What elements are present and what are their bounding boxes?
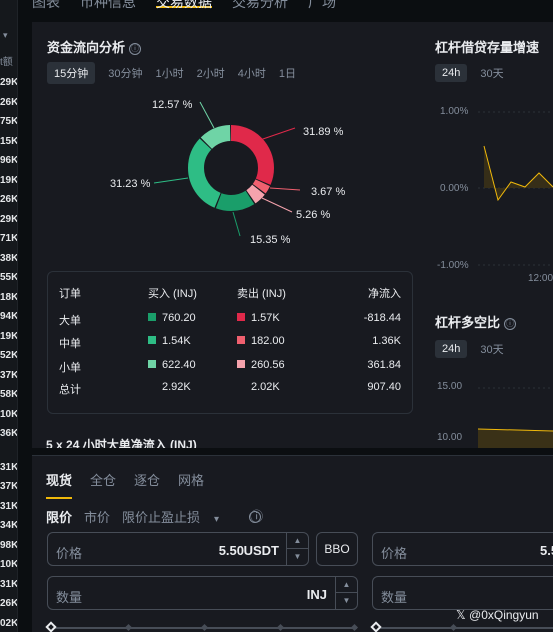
growth-line	[483, 145, 553, 202]
price-field[interactable]: 价格 5.50 USDT ▲ ▼	[47, 532, 309, 566]
ls-interval-24h[interactable]: 24h	[435, 340, 468, 358]
amount-step-down-icon[interactable]: ▼	[336, 593, 357, 609]
order-type-stop-limit[interactable]: 限价止盈止损 ▾	[122, 507, 231, 526]
watermark-text: @0xQingyun	[469, 608, 539, 622]
price-step-down-icon[interactable]: ▼	[287, 549, 308, 565]
watermark: 𝕏 @0xQingyun	[456, 608, 539, 622]
long-short-info-icon[interactable]: ⓘ	[504, 318, 517, 330]
amount-placeholder: 数量	[56, 590, 83, 605]
long-short-title: 杠杆多空比 ⓘ	[435, 312, 517, 331]
right-slider-track[interactable]	[377, 627, 553, 629]
order-type-selector: 限价 市价 限价止盈止损 ▾ ⓘ	[46, 507, 273, 526]
order-type-limit[interactable]: 限价	[46, 507, 72, 526]
price-placeholder: 价格	[56, 546, 83, 561]
long-short-interval: 24h 30天	[435, 338, 517, 360]
tab-spot[interactable]: 现货	[46, 470, 73, 499]
stop-limit-label: 限价止盈止损	[122, 510, 201, 525]
right-amount-field[interactable]: 数量	[372, 576, 553, 610]
price-step-up-icon[interactable]: ▲	[287, 533, 308, 549]
growth-area	[484, 146, 553, 200]
price-unit: USDT	[243, 543, 279, 558]
chevron-down-icon: ▾	[214, 514, 220, 525]
bbo-button[interactable]: BBO	[316, 532, 358, 566]
right-price-placeholder: 价格	[381, 546, 408, 561]
ls-y-tick-15: 15.00	[437, 381, 463, 392]
amount-field[interactable]: 数量 INJ ▲ ▼	[47, 576, 358, 610]
order-type-market[interactable]: 市价	[84, 507, 110, 526]
price-value: 5.50	[218, 543, 244, 558]
amount-stepper[interactable]: ▲ ▼	[335, 577, 357, 609]
right-amount-placeholder: 数量	[381, 590, 408, 605]
right-price-value: 5.5	[540, 543, 553, 558]
order-type-info-icon[interactable]: ⓘ	[249, 510, 263, 523]
amount-step-up-icon[interactable]: ▲	[336, 577, 357, 593]
tab-isolated-margin[interactable]: 逐仓	[134, 470, 160, 499]
x-logo-icon: 𝕏	[456, 608, 466, 622]
price-stepper[interactable]: ▲ ▼	[286, 533, 308, 565]
tab-cross-margin[interactable]: 全仓	[90, 470, 116, 499]
ratio-area	[478, 429, 553, 448]
order-mode-tabs: 现货 全仓 逐仓 网格	[46, 470, 222, 499]
long-short-title-text: 杠杆多空比	[435, 315, 501, 330]
ls-interval-30d[interactable]: 30天	[480, 338, 503, 360]
tab-grid[interactable]: 网格	[178, 470, 204, 499]
amount-unit: INJ	[306, 587, 327, 602]
right-price-field[interactable]: 价格 5.5	[372, 532, 553, 566]
ls-y-tick-10: 10.00	[437, 432, 463, 443]
